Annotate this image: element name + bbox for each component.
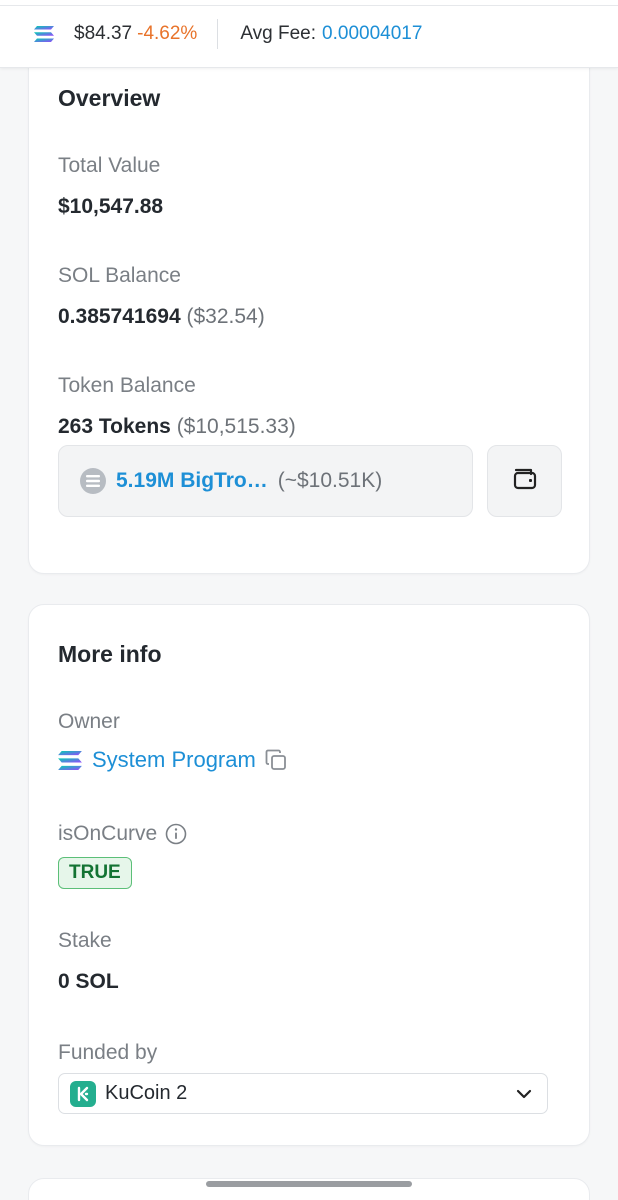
funded-by-value: KuCoin 2 <box>105 1082 188 1104</box>
token-balance: 263 Tokens ($10,515.33) <box>58 415 296 439</box>
sol-price-change: -4.62% <box>137 22 198 44</box>
chevron-down-icon <box>515 1085 533 1103</box>
sol-balance-label: SOL Balance <box>58 264 181 287</box>
token-balance-count: 263 Tokens <box>58 415 171 438</box>
copy-icon[interactable] <box>264 748 288 772</box>
info-icon[interactable] <box>165 823 187 845</box>
token-icon <box>80 468 106 494</box>
more-info-card: More info Owner System Program isOnCurve <box>28 604 590 1146</box>
top-token-name: 5.19M BigTro… <box>116 469 268 492</box>
sol-balance: 0.385741694 ($32.54) <box>58 305 265 329</box>
divider <box>217 18 219 49</box>
is-on-curve-label: isOnCurve <box>58 822 158 845</box>
overview-card: Overview Total Value $10,547.88 SOL Bala… <box>28 40 590 574</box>
sol-price: $84.37 <box>74 22 133 44</box>
sol-balance-amount: 0.385741694 <box>58 305 181 328</box>
card-title: Overview <box>58 85 161 111</box>
token-holdings-dropdown[interactable]: 5.19M BigTro… (~$10.51K) <box>58 445 473 517</box>
wallet-button[interactable] <box>487 445 562 517</box>
stake-value: 0 SOL <box>58 970 119 993</box>
total-value: $10,547.88 <box>58 195 164 218</box>
owner-row: System Program <box>58 747 288 773</box>
token-balance-usd: ($10,515.33) <box>176 415 296 438</box>
total-value-label: Total Value <box>58 154 161 177</box>
funded-by-label: Funded by <box>58 1041 158 1064</box>
is-on-curve-badge: TRUE <box>58 857 132 889</box>
home-indicator[interactable] <box>206 1181 412 1187</box>
funded-by-select[interactable]: KuCoin 2 <box>58 1073 548 1114</box>
stake-label: Stake <box>58 929 112 952</box>
top-price-bar: $84.37 -4.62% Avg Fee: 0.00004017 <box>0 0 618 68</box>
avg-fee-value[interactable]: 0.00004017 <box>322 23 422 45</box>
solana-logo-icon <box>58 750 82 770</box>
sol-balance-usd: ($32.54) <box>186 305 265 328</box>
is-on-curve-row: isOnCurve <box>58 822 187 846</box>
owner-label: Owner <box>58 710 120 733</box>
card-title: More info <box>58 641 162 667</box>
solana-logo-icon <box>34 25 54 42</box>
kucoin-logo-icon <box>70 1080 96 1107</box>
avg-fee-label: Avg Fee: <box>240 22 317 44</box>
divider <box>0 5 618 6</box>
token-balance-label: Token Balance <box>58 374 196 397</box>
owner-link[interactable]: System Program <box>92 747 256 773</box>
wallet-icon <box>512 467 538 496</box>
top-token-value: (~$10.51K) <box>277 469 383 492</box>
